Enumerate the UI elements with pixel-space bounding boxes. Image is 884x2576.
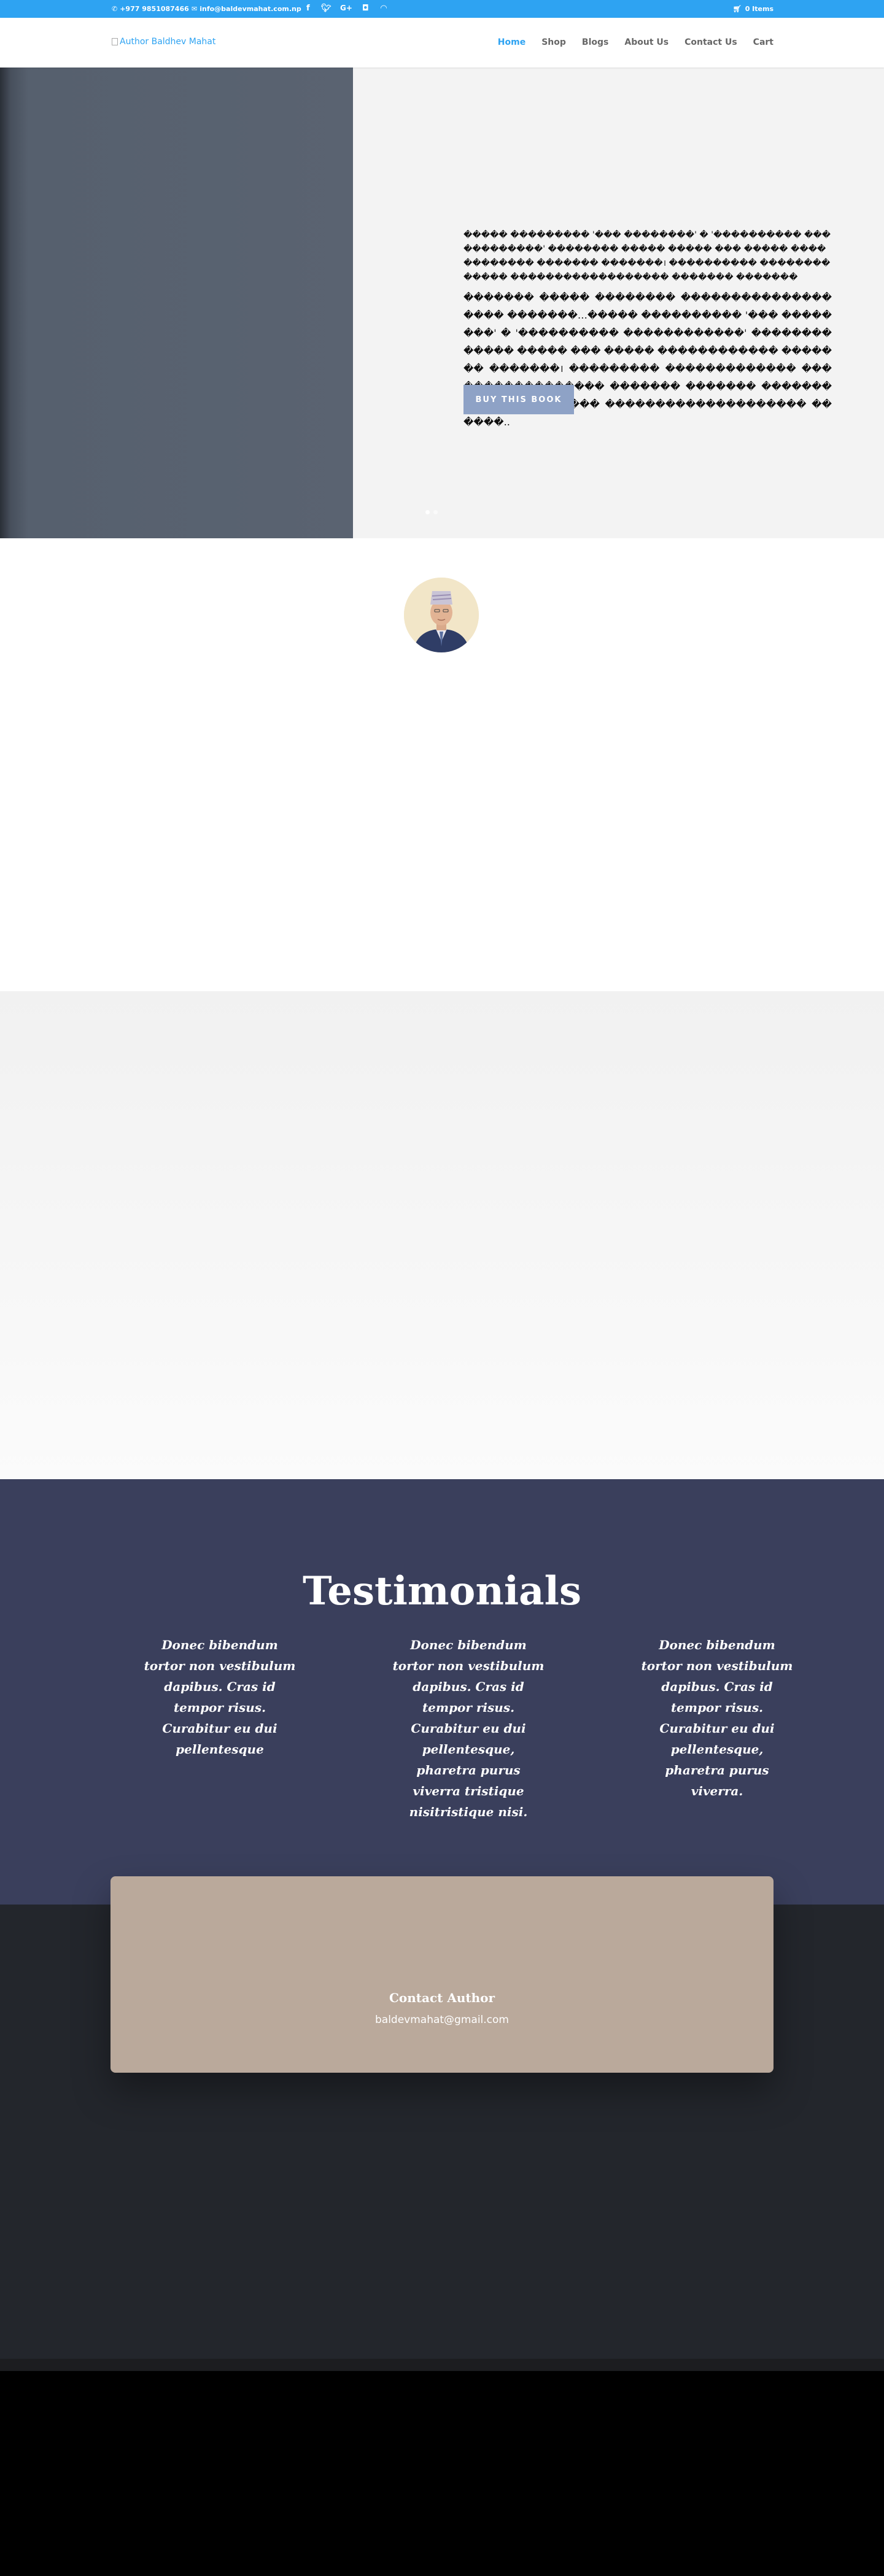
nav-blogs[interactable]: Blogs xyxy=(582,37,608,47)
slider-dots xyxy=(425,510,438,514)
google-plus-icon[interactable]: G+ xyxy=(340,4,352,12)
email-address: info@baldevmahat.com.np xyxy=(200,5,301,13)
site-footer xyxy=(0,2371,884,2576)
testimonials-title: Testimonials xyxy=(303,1568,581,1614)
nav-cart[interactable]: Cart xyxy=(753,37,774,47)
envelope-icon: ✉ xyxy=(192,5,198,13)
broken-image-icon xyxy=(112,38,118,45)
contact-email-link[interactable]: baldevmahat@gmail.com xyxy=(110,2014,774,2026)
hero-image xyxy=(0,68,353,538)
cart-count: 0 Items xyxy=(745,5,774,13)
nav-home[interactable]: Home xyxy=(498,37,525,47)
phone-icon: ✆ xyxy=(112,5,118,13)
nav-contact-us[interactable]: Contact Us xyxy=(684,37,737,47)
slider-dot[interactable] xyxy=(425,510,430,514)
slider-dot[interactable] xyxy=(433,510,438,514)
main-nav: Home Shop Blogs About Us Contact Us Cart xyxy=(498,37,774,47)
site-header: Author Baldhev Mahat Home Shop Blogs Abo… xyxy=(0,18,884,68)
facebook-icon[interactable]: f xyxy=(306,4,310,13)
testimonials-section: Testimonials Donec bibendum tortor non v… xyxy=(0,1479,884,1905)
phone-number: +977 9851087466 xyxy=(120,5,189,13)
featured-section xyxy=(0,991,884,1479)
logo-alt-text: Author Baldhev Mahat xyxy=(120,37,216,47)
contact-card: Contact Author baldevmahat@gmail.com xyxy=(110,1876,774,2073)
testimonial-quote: Donec bibendum tortor non vestibulum dap… xyxy=(641,1638,793,1798)
footer-divider xyxy=(0,2359,884,2371)
email-link[interactable]: ✉ info@baldevmahat.com.np xyxy=(192,5,301,13)
avatar xyxy=(404,578,479,652)
site-logo[interactable]: Author Baldhev Mahat xyxy=(112,37,215,47)
buy-book-button[interactable]: BUY THIS BOOK xyxy=(463,385,574,414)
hero-slider: ����� ��������� '��� ��������' � '������… xyxy=(0,68,884,538)
cart-icon: 🛒︎ xyxy=(732,5,742,13)
phone-link[interactable]: ✆ +977 9851087466 xyxy=(112,5,189,13)
testimonial-quote: Donec bibendum tortor non vestibulum dap… xyxy=(392,1638,545,1819)
nav-about-us[interactable]: About Us xyxy=(624,37,669,47)
twitter-icon[interactable]: 🐦︎ xyxy=(321,4,332,13)
nav-shop[interactable]: Shop xyxy=(541,37,566,47)
about-section xyxy=(0,538,884,991)
cart-link[interactable]: 🛒︎ 0 Items xyxy=(733,5,774,13)
rss-icon[interactable]: ◠ xyxy=(381,4,387,13)
contact-title: Contact Author xyxy=(389,1990,495,2005)
hero-subtitle: ����� ��������� '��� ��������' � '������… xyxy=(463,230,831,282)
author-portrait-image xyxy=(404,578,479,652)
instagram-icon[interactable]: ◘ xyxy=(362,4,369,13)
top-bar: ✆ +977 9851087466 ✉ info@baldevmahat.com… xyxy=(0,0,884,18)
testimonial-quote: Donec bibendum tortor non vestibulum dap… xyxy=(144,1638,296,1757)
